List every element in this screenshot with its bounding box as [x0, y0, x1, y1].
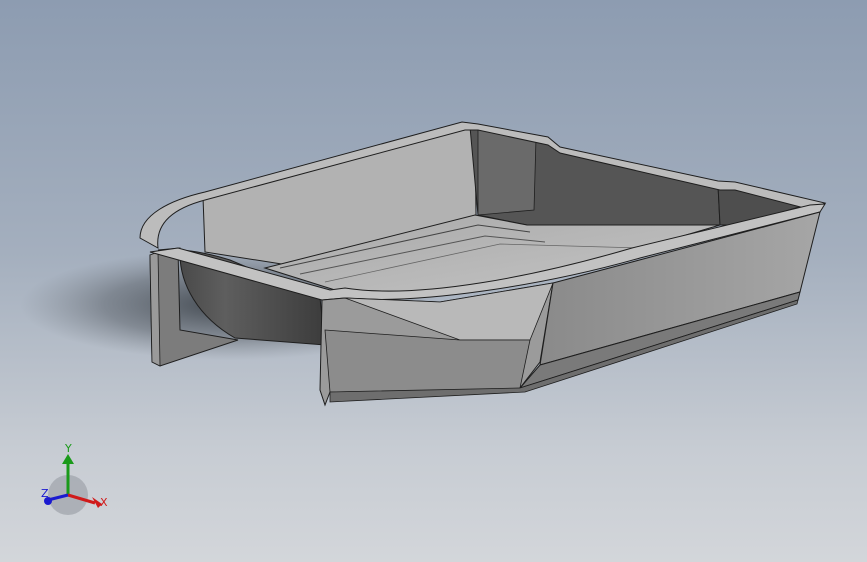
z-axis-label: Z [41, 487, 49, 500]
3d-viewport[interactable]: Y X Z [0, 0, 867, 562]
y-axis-arrow-icon [62, 454, 74, 464]
axis-triad: Y X Z [41, 442, 108, 515]
y-axis-label: Y [64, 442, 72, 455]
left-end-wall-edge [149, 251, 161, 367]
x-axis-label: X [100, 496, 108, 509]
tray-model[interactable] [0, 0, 867, 562]
